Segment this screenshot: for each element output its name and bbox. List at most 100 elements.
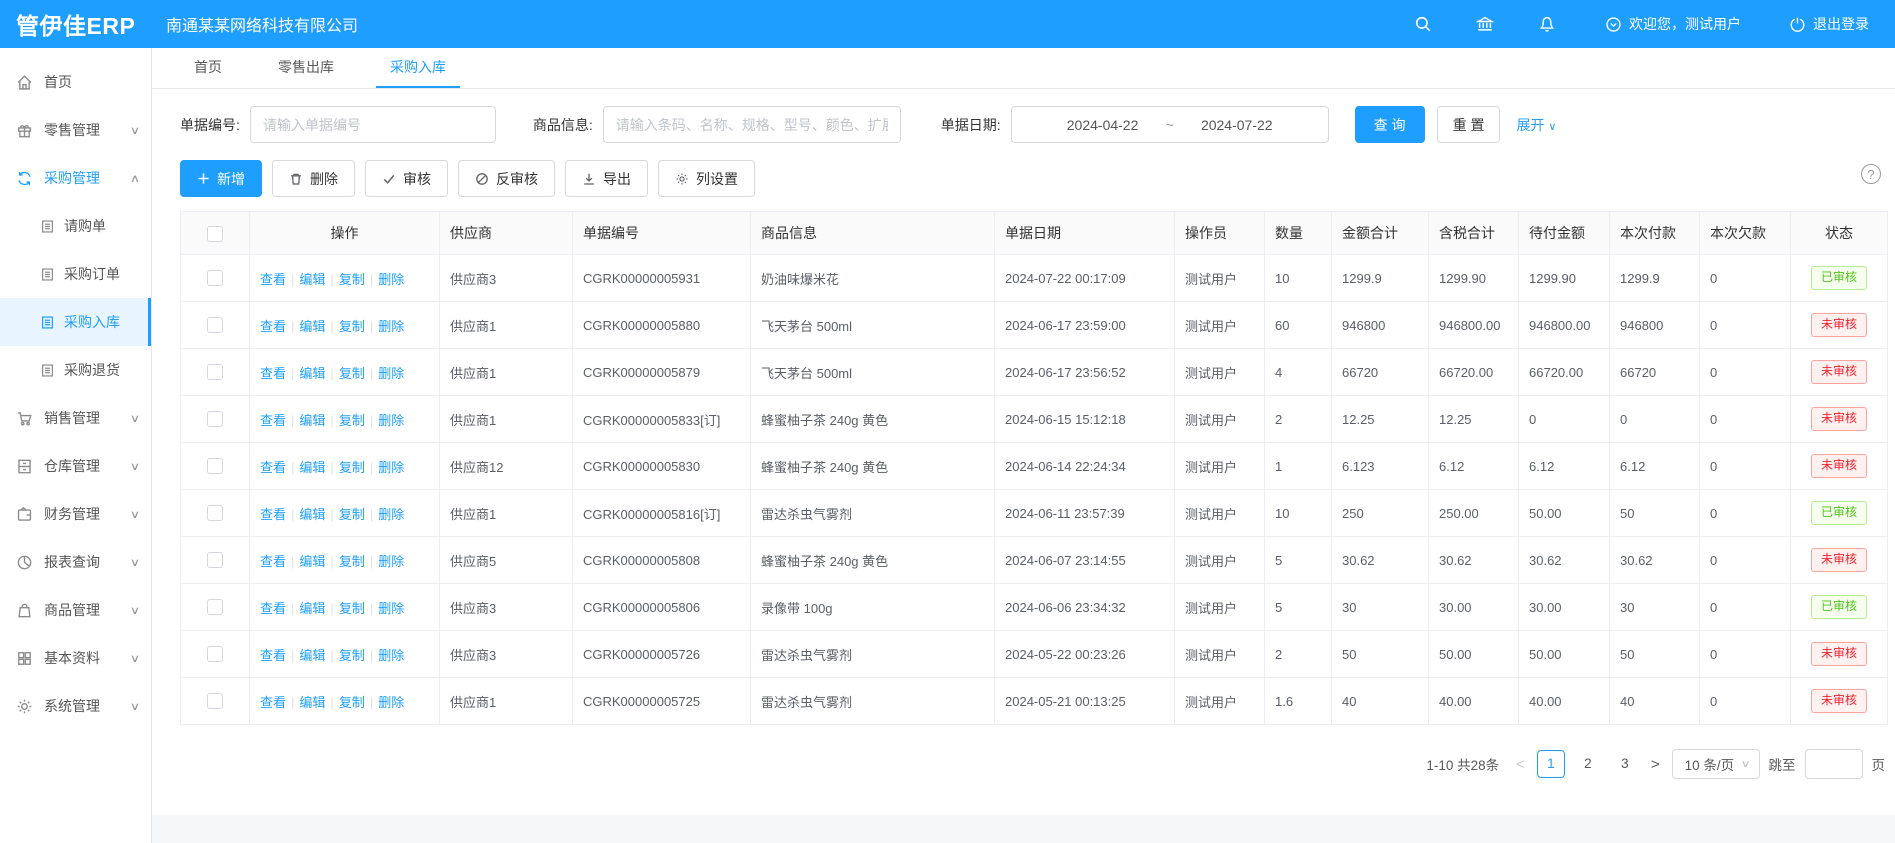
delete-link[interactable]: 删除: [378, 601, 404, 616]
sidebar-item-purchase[interactable]: 采购管理 ∧: [0, 154, 151, 202]
cell-amount: 40: [1332, 678, 1429, 725]
tab-retail-out[interactable]: 零售出库: [264, 48, 348, 88]
edit-link[interactable]: 编辑: [299, 272, 325, 287]
delete-link[interactable]: 删除: [378, 413, 404, 428]
bank-icon[interactable]: [1475, 14, 1495, 34]
delete-link[interactable]: 删除: [378, 366, 404, 381]
delete-link[interactable]: 删除: [378, 319, 404, 334]
copy-link[interactable]: 复制: [339, 554, 365, 569]
tab-purchase-in[interactable]: 采购入库: [376, 48, 460, 88]
row-checkbox[interactable]: [207, 411, 223, 427]
select-all-checkbox[interactable]: [207, 226, 223, 242]
page-button-3[interactable]: 3: [1611, 750, 1639, 778]
prev-page-button[interactable]: <: [1513, 756, 1528, 773]
copy-link[interactable]: 复制: [339, 648, 365, 663]
row-checkbox[interactable]: [207, 599, 223, 615]
edit-link[interactable]: 编辑: [299, 601, 325, 616]
copy-link[interactable]: 复制: [339, 366, 365, 381]
edit-link[interactable]: 编辑: [299, 554, 325, 569]
next-page-button[interactable]: >: [1648, 756, 1663, 773]
delete-link[interactable]: 删除: [378, 695, 404, 710]
cell-date: 2024-05-21 00:13:25: [995, 678, 1175, 725]
tab-home[interactable]: 首页: [180, 48, 236, 88]
unaudit-label: 反审核: [496, 169, 538, 189]
delete-link[interactable]: 删除: [378, 554, 404, 569]
sidebar-item-purchase-return[interactable]: 采购退货: [0, 346, 151, 394]
row-checkbox[interactable]: [207, 693, 223, 709]
copy-link[interactable]: 复制: [339, 272, 365, 287]
sidebar-item-purchase-order[interactable]: 采购订单: [0, 250, 151, 298]
sidebar-item-basic[interactable]: 基本资料 ∨: [0, 634, 151, 682]
product-input[interactable]: [603, 106, 901, 143]
sidebar-item-warehouse[interactable]: 仓库管理 ∨: [0, 442, 151, 490]
user-menu[interactable]: 欢迎您，测试用户: [1605, 14, 1741, 34]
copy-link[interactable]: 复制: [339, 413, 365, 428]
page-size-select[interactable]: 10 条/页 ∨: [1672, 749, 1760, 779]
copy-link[interactable]: 复制: [339, 601, 365, 616]
view-link[interactable]: 查看: [260, 460, 286, 475]
edit-link[interactable]: 编辑: [299, 366, 325, 381]
view-link[interactable]: 查看: [260, 366, 286, 381]
view-link[interactable]: 查看: [260, 507, 286, 522]
row-checkbox[interactable]: [207, 364, 223, 380]
search-icon[interactable]: [1413, 14, 1433, 34]
delete-link[interactable]: 删除: [378, 507, 404, 522]
view-link[interactable]: 查看: [260, 554, 286, 569]
edit-link[interactable]: 编辑: [299, 460, 325, 475]
row-checkbox[interactable]: [207, 458, 223, 474]
sidebar-item-sales[interactable]: 销售管理 ∨: [0, 394, 151, 442]
copy-link[interactable]: 复制: [339, 507, 365, 522]
add-button[interactable]: 新增: [180, 160, 262, 197]
date-range-picker[interactable]: 2024-04-22 ~ 2024-07-22: [1011, 106, 1329, 143]
delete-button[interactable]: 删除: [272, 160, 355, 197]
sidebar-item-reports[interactable]: 报表查询 ∨: [0, 538, 151, 586]
row-checkbox[interactable]: [207, 270, 223, 286]
bill-no-input[interactable]: [250, 106, 496, 143]
delete-link[interactable]: 删除: [378, 272, 404, 287]
edit-link[interactable]: 编辑: [299, 507, 325, 522]
view-link[interactable]: 查看: [260, 695, 286, 710]
expand-filters-link[interactable]: 展开 ∨: [1516, 115, 1556, 135]
sidebar-item-goods[interactable]: 商品管理 ∨: [0, 586, 151, 634]
logout-button[interactable]: 退出登录: [1789, 14, 1869, 34]
export-button[interactable]: 导出: [565, 160, 648, 197]
delete-link[interactable]: 删除: [378, 648, 404, 663]
sidebar-item-retail[interactable]: 零售管理 ∨: [0, 106, 151, 154]
view-link[interactable]: 查看: [260, 319, 286, 334]
sidebar-item-system[interactable]: 系统管理 ∨: [0, 682, 151, 730]
help-icon[interactable]: ?: [1861, 164, 1881, 184]
unaudit-button[interactable]: 反审核: [458, 160, 555, 197]
sidebar-item-finance[interactable]: 财务管理 ∨: [0, 490, 151, 538]
row-checkbox[interactable]: [207, 317, 223, 333]
edit-link[interactable]: 编辑: [299, 319, 325, 334]
bell-icon[interactable]: [1537, 14, 1557, 34]
view-link[interactable]: 查看: [260, 601, 286, 616]
row-checkbox[interactable]: [207, 505, 223, 521]
jump-page-input[interactable]: [1805, 749, 1863, 779]
column-settings-button[interactable]: 列设置: [658, 160, 755, 197]
edit-link[interactable]: 编辑: [299, 695, 325, 710]
sidebar-item-purchase-request[interactable]: 请购单: [0, 202, 151, 250]
search-button[interactable]: 查 询: [1355, 106, 1425, 143]
cell-owed: 0: [1700, 584, 1791, 631]
copy-link[interactable]: 复制: [339, 460, 365, 475]
delete-link[interactable]: 删除: [378, 460, 404, 475]
sidebar-item-home[interactable]: 首页: [0, 58, 151, 106]
edit-link[interactable]: 编辑: [299, 413, 325, 428]
audit-button[interactable]: 审核: [365, 160, 448, 197]
copy-link[interactable]: 复制: [339, 319, 365, 334]
view-link[interactable]: 查看: [260, 413, 286, 428]
cell-product: 蜂蜜柚子茶 240g 黄色: [751, 537, 995, 584]
cell-owed: 0: [1700, 349, 1791, 396]
copy-link[interactable]: 复制: [339, 695, 365, 710]
sidebar-item-purchase-inbound[interactable]: 采购入库: [0, 298, 151, 346]
row-checkbox[interactable]: [207, 552, 223, 568]
view-link[interactable]: 查看: [260, 272, 286, 287]
edit-link[interactable]: 编辑: [299, 648, 325, 663]
reset-button[interactable]: 重 置: [1437, 106, 1501, 143]
page-button-2[interactable]: 2: [1574, 750, 1602, 778]
row-checkbox[interactable]: [207, 646, 223, 662]
home-icon: [16, 74, 33, 91]
page-button-1[interactable]: 1: [1537, 750, 1565, 778]
view-link[interactable]: 查看: [260, 648, 286, 663]
